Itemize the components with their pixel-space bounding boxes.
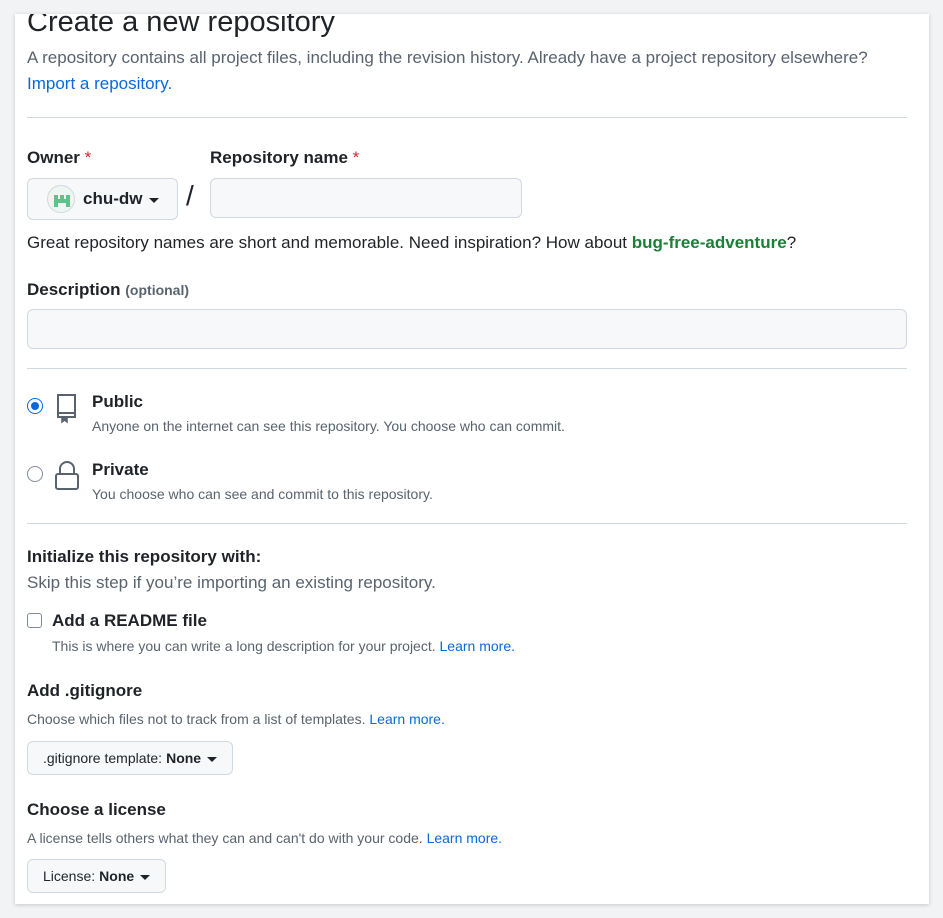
gitignore-select-value: None [166, 750, 202, 766]
new-repo-form-card: Create a new repository A repository con… [15, 14, 929, 904]
readme-description: This is where you can write a long descr… [52, 638, 515, 654]
add-readme-checkbox[interactable] [27, 613, 42, 628]
page-subtitle: A repository contains all project files,… [27, 45, 907, 97]
divider [27, 523, 907, 524]
readme-desc-text: This is where you can write a long descr… [52, 638, 436, 654]
hint-text: Great repository names are short and mem… [27, 233, 632, 252]
description-input[interactable] [27, 309, 907, 349]
visibility-public-title: Public [92, 392, 144, 411]
owner-label: Owner * [27, 148, 91, 168]
hint-end: ? [786, 233, 797, 252]
license-description: A license tells others what they can and… [27, 830, 502, 846]
license-learn-more-link[interactable]: Learn more. [427, 830, 502, 846]
page-title: Create a new repository [27, 14, 335, 38]
owner-label-text: Owner [27, 148, 80, 167]
gitignore-template-select[interactable]: .gitignore template: None [27, 741, 234, 775]
owner-select-button[interactable]: chu-dw [27, 178, 178, 220]
chevron-down-icon [148, 197, 159, 203]
license-desc-text: A license tells others what they can and… [27, 830, 423, 846]
lock-icon [54, 460, 80, 492]
repository-name-hint: Great repository names are short and mem… [27, 233, 796, 253]
gitignore-learn-more-link[interactable]: Learn more. [369, 711, 444, 727]
gitignore-description: Choose which files not to track from a l… [27, 711, 445, 727]
repository-name-input[interactable] [210, 178, 522, 218]
optional-tag: (optional) [125, 282, 190, 298]
owner-repo-separator: / [186, 180, 194, 211]
chevron-down-icon [140, 874, 151, 880]
license-select[interactable]: License: None [27, 859, 167, 893]
gitignore-desc-text: Choose which files not to track from a l… [27, 711, 366, 727]
repository-name-label-text: Repository name [210, 148, 348, 167]
description-label: Description (optional) [27, 280, 189, 300]
name-suggestion[interactable]: bug-free-adventure [632, 233, 787, 252]
license-title: Choose a license [27, 800, 166, 819]
license-select-value: None [99, 868, 135, 884]
gitignore-title: Add .gitignore [27, 681, 143, 700]
required-mark: * [84, 148, 92, 167]
visibility-private-radio[interactable] [27, 466, 43, 482]
required-mark: * [352, 148, 360, 167]
repo-icon [54, 392, 80, 424]
visibility-public-radio[interactable] [27, 398, 43, 414]
visibility-private-title: Private [92, 460, 149, 479]
readme-learn-more-link[interactable]: Learn more. [440, 638, 515, 654]
description-label-text: Description [27, 280, 121, 299]
import-repository-link[interactable]: Import a repository. [27, 74, 172, 93]
gitignore-select-prefix: .gitignore template: [43, 750, 163, 766]
add-readme-label[interactable]: Add a README file [52, 611, 207, 631]
chevron-down-icon [207, 756, 218, 762]
license-select-prefix: License: [43, 868, 96, 884]
init-section-subtitle: Skip this step if you’re importing an ex… [27, 573, 436, 592]
visibility-public-desc: Anyone on the internet can see this repo… [92, 418, 565, 434]
divider [27, 368, 907, 369]
visibility-private-desc: You choose who can see and commit to thi… [92, 486, 433, 502]
repository-name-label: Repository name * [210, 148, 359, 168]
init-section-title: Initialize this repository with: [27, 547, 262, 566]
divider [27, 117, 907, 118]
subtitle-text: A repository contains all project files,… [27, 48, 868, 67]
owner-name: chu-dw [83, 189, 143, 208]
identicon-avatar-icon [47, 185, 75, 213]
